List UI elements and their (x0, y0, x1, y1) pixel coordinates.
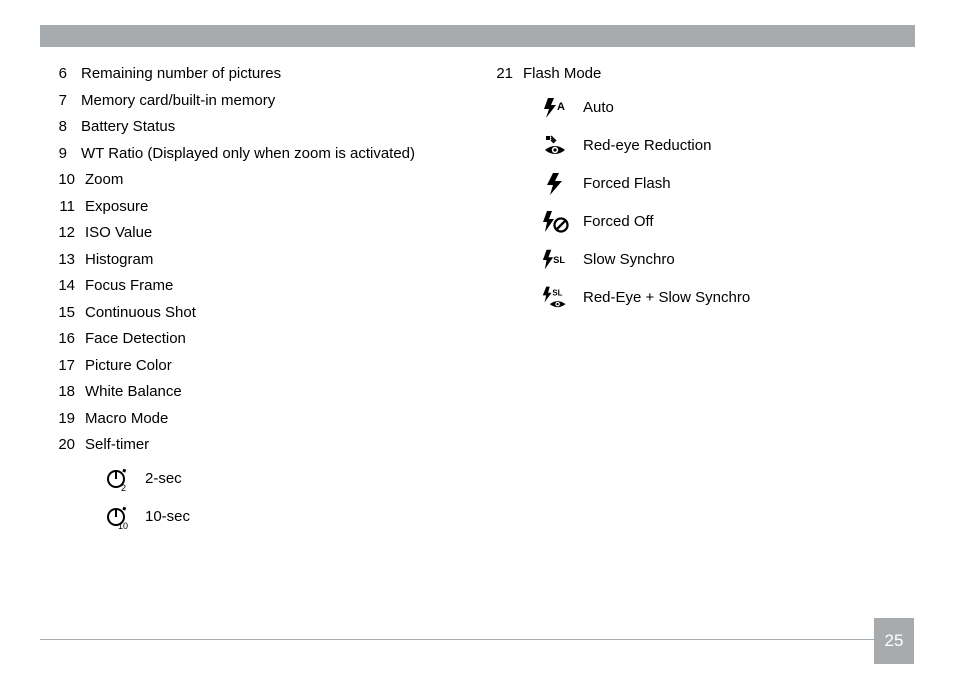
footer-divider (40, 639, 874, 640)
flash-mode-option: Red-eye Reduction (541, 131, 913, 161)
item-label: Macro Mode (85, 411, 168, 426)
item-label: Remaining number of pictures (81, 66, 281, 81)
item-label: Zoom (85, 172, 123, 187)
item-number: 9 (53, 146, 67, 161)
item-label: Continuous Shot (85, 305, 196, 320)
list-item: 14 Focus Frame (53, 278, 483, 293)
list-item: 9 WT Ratio (Displayed only when zoom is … (53, 146, 483, 161)
svg-text:SL: SL (553, 254, 565, 264)
flash-off-icon (541, 208, 569, 236)
flash-mode-option: SL Red-Eye + Slow Synchro (541, 283, 913, 313)
item-number: 8 (53, 119, 67, 134)
option-label: Auto (583, 99, 614, 116)
item-label: Self-timer (85, 437, 149, 452)
option-label: Forced Off (583, 213, 654, 230)
item-label: Battery Status (81, 119, 175, 134)
item-number: 14 (53, 278, 75, 293)
list-item: 20 Self-timer (53, 437, 483, 452)
option-label: 2-sec (145, 470, 182, 487)
item-label: Memory card/built-in memory (81, 93, 275, 108)
item-number: 7 (53, 93, 67, 108)
list-item: 13 Histogram (53, 252, 483, 267)
item-number: 20 (53, 437, 75, 452)
list-item: 7 Memory card/built-in memory (53, 93, 483, 108)
flash-auto-icon: A (541, 94, 569, 122)
list-item: 18 White Balance (53, 384, 483, 399)
self-timer-option: 2 2-sec (103, 464, 483, 494)
option-label: Red-eye Reduction (583, 137, 711, 154)
flash-red-eye-icon (541, 132, 569, 160)
svg-text:2: 2 (121, 483, 126, 491)
timer-10-icon: 10 (103, 503, 131, 531)
left-column: 6 Remaining number of pictures 7 Memory … (53, 66, 483, 540)
list-item: 11 Exposure (53, 199, 483, 214)
page-number-text: 25 (885, 631, 904, 651)
page-number: 25 (874, 618, 914, 664)
item-number: 13 (53, 252, 75, 267)
flash-red-eye-slow-icon: SL (541, 284, 569, 312)
item-number: 11 (53, 199, 75, 214)
item-number: 16 (53, 331, 75, 346)
item-number: 19 (53, 411, 75, 426)
item-label: Flash Mode (523, 66, 601, 81)
item-label: White Balance (85, 384, 182, 399)
item-label: Exposure (85, 199, 148, 214)
item-label: Picture Color (85, 358, 172, 373)
option-label: Slow Synchro (583, 251, 675, 268)
svg-text:A: A (557, 101, 565, 113)
option-label: Forced Flash (583, 175, 671, 192)
item-label: WT Ratio (Displayed only when zoom is ac… (81, 146, 415, 161)
list-item: 10 Zoom (53, 172, 483, 187)
item-label: Focus Frame (85, 278, 173, 293)
list-item: 19 Macro Mode (53, 411, 483, 426)
list-item: 8 Battery Status (53, 119, 483, 134)
item-number: 17 (53, 358, 75, 373)
flash-mode-option: A Auto (541, 93, 913, 123)
list-item: 17 Picture Color (53, 358, 483, 373)
item-number: 6 (53, 66, 67, 81)
item-number: 12 (53, 225, 75, 240)
page: 6 Remaining number of pictures 7 Memory … (0, 0, 954, 694)
timer-2-icon: 2 (103, 465, 131, 493)
header-bar (40, 25, 915, 47)
flash-forced-icon (541, 170, 569, 198)
item-number: 10 (53, 172, 75, 187)
item-number: 15 (53, 305, 75, 320)
list-item: 12 ISO Value (53, 225, 483, 240)
list-item: 6 Remaining number of pictures (53, 66, 483, 81)
self-timer-option: 10 10-sec (103, 502, 483, 532)
content-columns: 6 Remaining number of pictures 7 Memory … (53, 66, 913, 540)
item-number: 21 (491, 66, 513, 81)
flash-slow-icon: SL (541, 246, 569, 274)
list-item: 15 Continuous Shot (53, 305, 483, 320)
flash-mode-option: Forced Off (541, 207, 913, 237)
option-label: Red-Eye + Slow Synchro (583, 289, 750, 306)
flash-mode-option: SL Slow Synchro (541, 245, 913, 275)
flash-mode-option: Forced Flash (541, 169, 913, 199)
list-item: 21 Flash Mode (491, 66, 913, 81)
list-item: 16 Face Detection (53, 331, 483, 346)
option-label: 10-sec (145, 508, 190, 525)
item-label: ISO Value (85, 225, 152, 240)
item-label: Histogram (85, 252, 153, 267)
item-label: Face Detection (85, 331, 186, 346)
item-number: 18 (53, 384, 75, 399)
svg-text:10: 10 (118, 521, 128, 529)
svg-text:SL: SL (552, 288, 562, 297)
right-column: 21 Flash Mode A Auto (483, 66, 913, 540)
